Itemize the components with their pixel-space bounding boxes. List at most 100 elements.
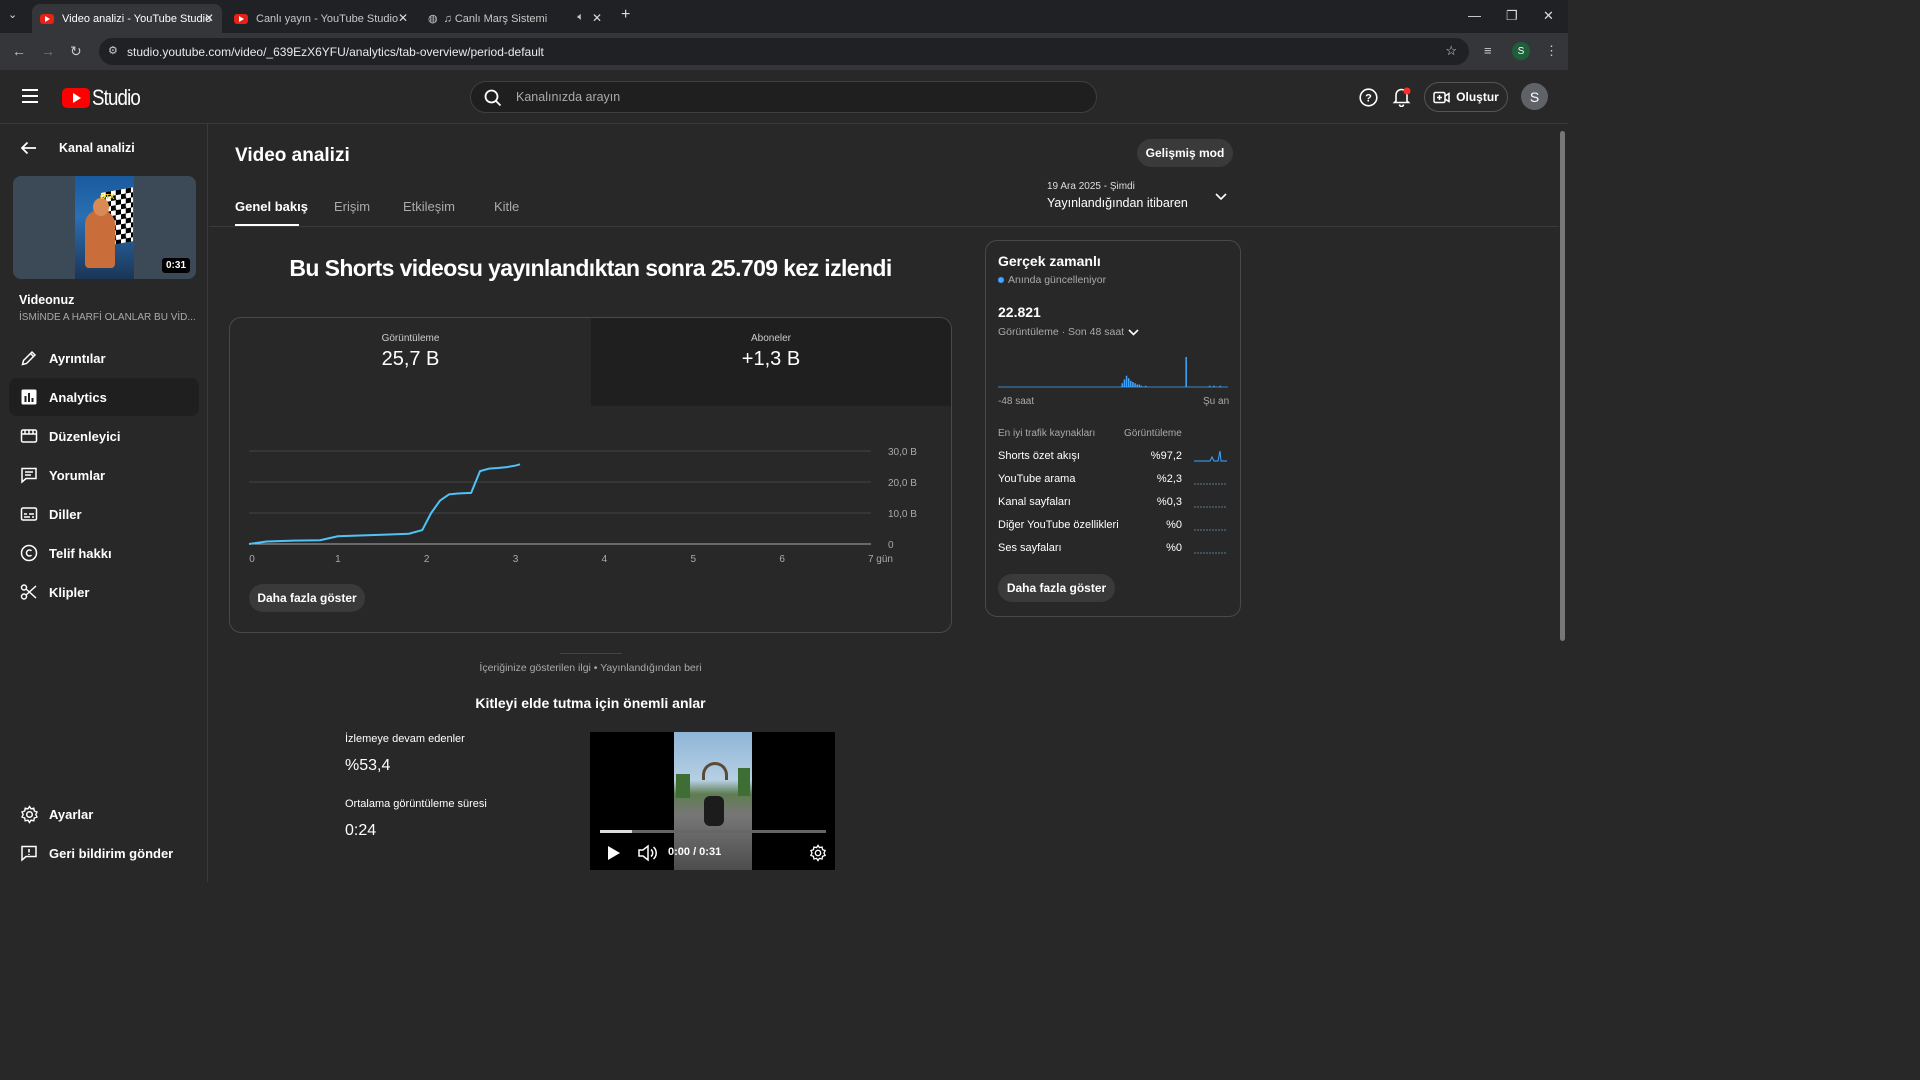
metric-label: Görüntüleme — [381, 333, 440, 344]
sidebar-item-send-feedback[interactable]: Geri bildirim gönder — [9, 834, 199, 872]
browser-tab-live-stream[interactable]: Canlı yayın - YouTube Studio ✕ — [226, 4, 416, 33]
traffic-source-value: %97,2 — [1150, 450, 1182, 462]
realtime-period-selector[interactable]: Görüntüleme · Son 48 saat — [998, 326, 1139, 338]
back-to-channel-analytics[interactable]: Kanal analizi — [20, 141, 135, 155]
realtime-bar — [1185, 357, 1187, 387]
traffic-source-row: YouTube arama %2,3 — [998, 473, 1228, 486]
close-tab-icon[interactable]: ✕ — [204, 11, 214, 25]
sidebar-item-label: Yorumlar — [49, 467, 106, 483]
search-bar[interactable] — [470, 81, 1097, 113]
date-range-picker[interactable]: 19 Ara 2025 - Şimdi Yayınlandığından iti… — [1047, 181, 1237, 215]
tab-audience[interactable]: Kitle — [494, 199, 519, 214]
traffic-source-name: Ses sayfaları — [998, 542, 1062, 554]
profile-avatar[interactable]: S — [1512, 42, 1530, 60]
sidebar-item-editor[interactable]: Düzenleyici — [9, 417, 199, 455]
sidebar-item-analytics[interactable]: Analytics — [9, 378, 199, 416]
sidebar-item-label: Düzenleyici — [49, 428, 121, 444]
player-settings-gear-icon[interactable] — [809, 844, 827, 862]
traffic-source-value: %0,3 — [1156, 496, 1182, 508]
video-progress-bar[interactable] — [600, 830, 826, 833]
new-tab-icon[interactable]: + — [621, 6, 630, 24]
back-icon[interactable]: ← — [12, 43, 26, 59]
retention-label: Ortalama görüntüleme süresi — [345, 798, 487, 810]
sidebar-item-clips[interactable]: Klipler — [9, 573, 199, 611]
music-note-icon: ♫ — [443, 12, 452, 25]
date-range-label: Yayınlandığından itibaren — [1047, 196, 1188, 210]
video-section-title: Videonuz — [19, 293, 75, 307]
metric-views[interactable]: Görüntüleme 25,7 B — [230, 318, 591, 406]
youtube-favicon-icon — [40, 13, 54, 24]
video-thumbnail[interactable]: GTX 0:31 — [13, 176, 196, 279]
retention-label: İzlemeye devam edenler — [345, 733, 465, 745]
notifications-icon[interactable] — [1392, 87, 1411, 112]
metric-value: +1,3 B — [741, 348, 801, 370]
search-icon[interactable] — [484, 89, 502, 107]
search-input[interactable] — [516, 90, 1056, 104]
sidebar-item-languages[interactable]: Diller — [9, 495, 199, 533]
live-dot-icon — [998, 277, 1004, 283]
menu-icon[interactable] — [22, 89, 38, 103]
browser-tab-march-system[interactable]: ◍ ♫ Canlı Marş Sistemi 🔈︎ ✕ — [420, 4, 610, 33]
show-more-button[interactable]: Daha fazla göster — [249, 584, 365, 612]
realtime-axis-right: Şu an — [1203, 396, 1230, 407]
sidebar-item-comments[interactable]: Yorumlar — [9, 456, 199, 494]
close-tab-icon[interactable]: ✕ — [398, 11, 408, 25]
tab-engagement[interactable]: Etkileşim — [403, 199, 455, 214]
tab-reach[interactable]: Erişim — [334, 199, 370, 214]
speaker-icon[interactable]: 🔈︎ — [577, 11, 584, 24]
close-tab-icon[interactable]: ✕ — [592, 11, 602, 25]
views-line-chart: 30,0 B 20,0 B 10,0 B 0 0 1 2 3 4 5 6 7 gün — [248, 447, 917, 565]
realtime-bar — [1208, 385, 1211, 387]
retention-value: 0:24 — [345, 822, 377, 839]
address-bar[interactable]: ⚙ studio.youtube.com/video/_639EzX6YFU/a… — [99, 38, 1469, 65]
volume-icon[interactable] — [638, 844, 658, 862]
close-window-icon[interactable]: ✕ — [1543, 8, 1554, 24]
sidebar-item-label: Ayrıntılar — [49, 350, 106, 366]
x-tick-label: 1 — [335, 554, 341, 565]
browser-tab-video-analytics[interactable]: Video analizi - YouTube Studio ✕ — [32, 4, 222, 33]
create-button[interactable]: Oluştur — [1424, 82, 1508, 112]
play-icon[interactable] — [607, 845, 621, 861]
video-player[interactable]: 0:00 / 0:31 — [590, 732, 835, 870]
sidebar-item-copyright[interactable]: Telif hakkı — [9, 534, 199, 572]
studio-logo[interactable]: Studio — [62, 85, 148, 111]
realtime-caption: Görüntüleme · Son 48 saat — [998, 326, 1125, 338]
sidebar-item-label: Telif hakkı — [49, 545, 112, 561]
metric-label: Aboneler — [750, 333, 792, 344]
arrow-left-icon — [20, 141, 36, 155]
more-menu-icon[interactable]: ⋮ — [1545, 43, 1558, 59]
account-avatar[interactable]: S — [1521, 83, 1548, 110]
realtime-status-text: Anında güncelleniyor — [1008, 274, 1107, 286]
pencil-icon — [21, 350, 37, 366]
traffic-sparkline — [1194, 506, 1227, 508]
video-duration-badge: 0:31 — [161, 258, 190, 273]
x-tick-label: 5 — [691, 554, 697, 565]
x-tick-label: 7 gün — [868, 554, 893, 565]
bookmark-star-icon[interactable]: ☆ — [1445, 43, 1457, 59]
site-info-icon[interactable]: ⚙ — [108, 44, 118, 57]
x-tick-label: 0 — [249, 554, 255, 565]
advanced-mode-button[interactable]: Gelişmiş mod — [1137, 139, 1233, 167]
realtime-bar — [1219, 385, 1222, 387]
realtime-bar — [1132, 382, 1134, 387]
video-title: İSMİNDE A HARFİ OLANLAR BU VİD... — [19, 312, 196, 323]
media-control-icon[interactable]: ≡ — [1484, 43, 1492, 58]
help-icon[interactable]: ? — [1359, 88, 1378, 107]
reload-icon[interactable]: ↻ — [70, 43, 82, 60]
forward-icon[interactable]: → — [41, 43, 55, 59]
browser-toolbar: ← → ↻ ⚙ studio.youtube.com/video/_639EzX… — [0, 33, 1568, 70]
tab-overview[interactable]: Genel bakış — [235, 199, 308, 214]
realtime-show-more-button[interactable]: Daha fazla göster — [998, 574, 1115, 602]
sidebar-item-settings[interactable]: Ayarlar — [9, 795, 199, 833]
page-scrollbar[interactable] — [1560, 131, 1565, 641]
minimize-icon[interactable]: — — [1468, 8, 1481, 23]
restore-icon[interactable]: ❐ — [1506, 8, 1518, 24]
youtube-favicon-icon — [234, 13, 248, 24]
metric-subscribers[interactable]: Aboneler +1,3 B — [591, 318, 951, 406]
tab-search-icon[interactable]: ⌄ — [8, 8, 17, 21]
realtime-value: 22.821 — [998, 304, 1041, 320]
sidebar-item-details[interactable]: Ayrıntılar — [9, 339, 199, 377]
logo-text: Studio — [92, 85, 141, 110]
gear-icon — [20, 804, 38, 824]
sidebar-item-label: Klipler — [49, 584, 90, 600]
